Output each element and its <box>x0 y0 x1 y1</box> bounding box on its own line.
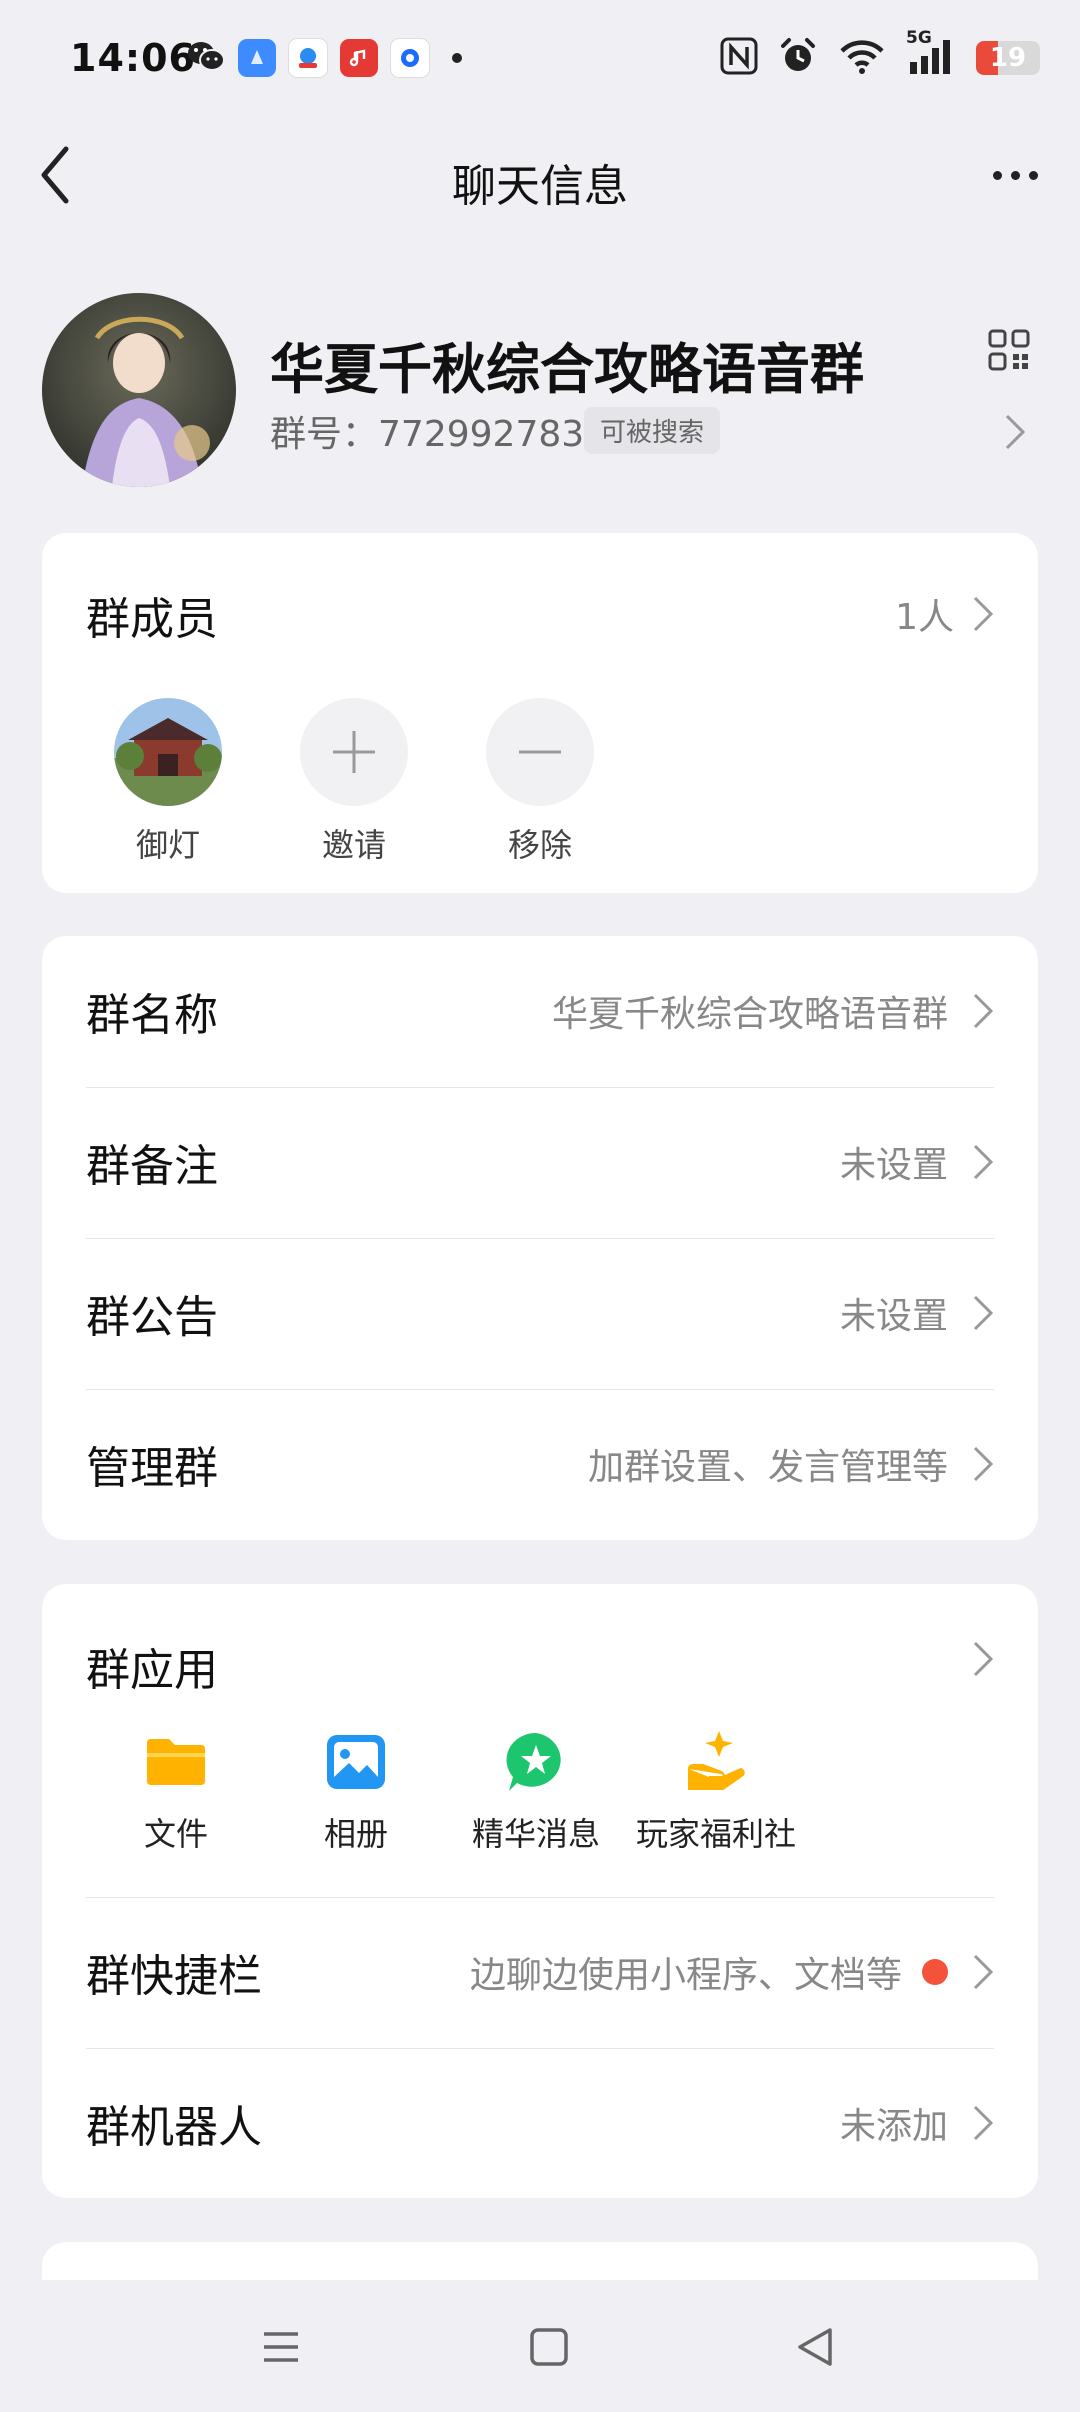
app-label: 文件 <box>143 1815 208 1853</box>
group-apps-title: 群应用 <box>86 1645 218 1696</box>
chevron-right-icon <box>973 1446 994 1482</box>
more-notifications-dot <box>452 53 462 63</box>
chevron-right-icon <box>973 2105 994 2141</box>
chevron-right-icon <box>973 596 994 632</box>
status-bar: 14:06 5G 19 <box>0 0 1080 120</box>
remove-member-button[interactable]: 移除 <box>475 698 605 866</box>
group-announcement-row[interactable]: 群公告 未设置 <box>86 1238 994 1388</box>
more-options-button[interactable] <box>980 150 1050 200</box>
app-label: 精华消息 <box>471 1815 600 1853</box>
alarm-icon <box>778 36 818 80</box>
app-album[interactable]: 相册 <box>266 1729 446 1855</box>
chevron-right-icon <box>973 1954 994 1990</box>
row-value: 加群设置、发言管理等 <box>587 1447 948 1488</box>
new-badge-dot <box>922 1959 948 1985</box>
row-value: 华夏千秋综合攻略语音群 <box>551 994 948 1035</box>
back-nav-button[interactable] <box>790 2322 840 2372</box>
manage-group-row[interactable]: 管理群 加群设置、发言管理等 <box>86 1389 994 1539</box>
wifi-icon <box>838 37 886 79</box>
invite-label: 邀请 <box>321 826 386 864</box>
menu-button[interactable] <box>256 2322 306 2372</box>
chevron-right-icon <box>973 1144 994 1180</box>
group-apps-header[interactable]: 群应用 <box>42 1584 1038 1704</box>
row-label: 管理群 <box>86 1443 218 1494</box>
network-type-label: 5G <box>906 28 932 48</box>
row-label: 群快捷栏 <box>86 1951 262 2002</box>
group-robot-row[interactable]: 群机器人 未添加 <box>86 2048 994 2198</box>
group-avatar[interactable] <box>42 293 236 487</box>
group-detail-chevron-icon <box>1004 413 1026 455</box>
member-item[interactable]: 御灯 <box>103 698 233 866</box>
row-label: 群备注 <box>86 1141 218 1192</box>
group-name-row[interactable]: 群名称 华夏千秋综合攻略语音群 <box>86 936 994 1086</box>
row-value: 未设置 <box>839 1145 948 1186</box>
wechat-icon <box>186 39 226 77</box>
notification-icons <box>186 38 462 78</box>
group-id: 群号：772992783 <box>270 405 584 457</box>
group-id-label: 群号： <box>270 414 379 455</box>
qr-code-button[interactable] <box>988 329 1030 371</box>
folder-icon <box>143 1729 209 1795</box>
row-value: 未设置 <box>839 1296 948 1337</box>
page-title: 聊天信息 <box>452 161 628 212</box>
browser-app-icon <box>238 39 276 77</box>
group-id-value: 772992783 <box>378 414 585 455</box>
app-files[interactable]: 文件 <box>86 1729 266 1855</box>
menu-lines-icon <box>264 2332 298 2362</box>
qr-code-icon <box>988 329 1030 371</box>
member-avatar <box>114 698 222 806</box>
invite-member-button[interactable]: 邀请 <box>289 698 419 866</box>
nav-bar: 聊天信息 <box>0 120 1080 230</box>
app-label: 玩家福利社 <box>635 1815 796 1853</box>
searchable-badge: 可被搜索 <box>584 407 721 454</box>
app-player-welfare[interactable]: 玩家福利社 <box>626 1729 806 1855</box>
row-label: 群名称 <box>86 990 218 1041</box>
members-count: 1人 <box>895 597 954 638</box>
remove-label: 移除 <box>507 826 572 864</box>
group-remark-row[interactable]: 群备注 未设置 <box>86 1087 994 1237</box>
group-name: 华夏千秋综合攻略语音群 <box>270 338 864 401</box>
members-title: 群成员 <box>86 594 218 645</box>
row-value: 未添加 <box>839 2106 948 2147</box>
home-button[interactable] <box>524 2322 574 2372</box>
star-message-icon <box>503 1729 569 1795</box>
plus-icon <box>300 698 408 806</box>
members-card: 群成员 1人 御灯 邀请 移除 <box>42 533 1038 893</box>
blue-circle-app-icon <box>390 38 430 78</box>
gift-hand-icon <box>683 1729 749 1795</box>
music-app-icon <box>340 39 378 77</box>
cellular-signal-icon: 5G <box>906 28 956 80</box>
back-triangle-icon <box>798 2328 832 2366</box>
app-essence-messages[interactable]: 精华消息 <box>446 1729 626 1855</box>
members-count-link[interactable]: 1人 <box>895 588 994 640</box>
row-label: 群公告 <box>86 1292 218 1343</box>
quick-bar-row[interactable]: 群快捷栏 边聊边使用小程序、文档等 <box>86 1897 994 2047</box>
more-dots-icon <box>992 170 1002 180</box>
qq-app-icon <box>288 38 328 78</box>
group-profile-header[interactable]: 华夏千秋综合攻略语音群 群号：772992783 可被搜索 <box>0 285 1080 487</box>
chevron-right-icon <box>973 993 994 1029</box>
photo-album-icon <box>323 1729 389 1795</box>
group-apps-card: 群应用 文件 相册 精华消息 玩家福利社 群快捷栏 边聊边使用小程序、文档等 群… <box>42 1584 1038 2198</box>
nfc-icon <box>720 37 758 79</box>
row-label: 群机器人 <box>86 2102 262 2153</box>
status-indicators: 5G 19 <box>720 28 1040 80</box>
battery-level: 19 <box>989 43 1027 73</box>
row-value: 边聊边使用小程序、文档等 <box>469 1955 902 1996</box>
status-time: 14:06 <box>70 36 196 80</box>
chevron-right-icon <box>973 1641 994 1677</box>
chevron-right-icon <box>973 1295 994 1331</box>
home-square-icon <box>530 2328 568 2366</box>
system-navigation-bar <box>0 2280 1080 2412</box>
battery-icon: 19 <box>976 41 1040 75</box>
minus-icon <box>486 698 594 806</box>
member-name: 御灯 <box>135 826 200 864</box>
group-info-card: 群名称 华夏千秋综合攻略语音群 群备注 未设置 群公告 未设置 管理群 加群设置… <box>42 936 1038 1540</box>
app-label: 相册 <box>323 1815 388 1853</box>
